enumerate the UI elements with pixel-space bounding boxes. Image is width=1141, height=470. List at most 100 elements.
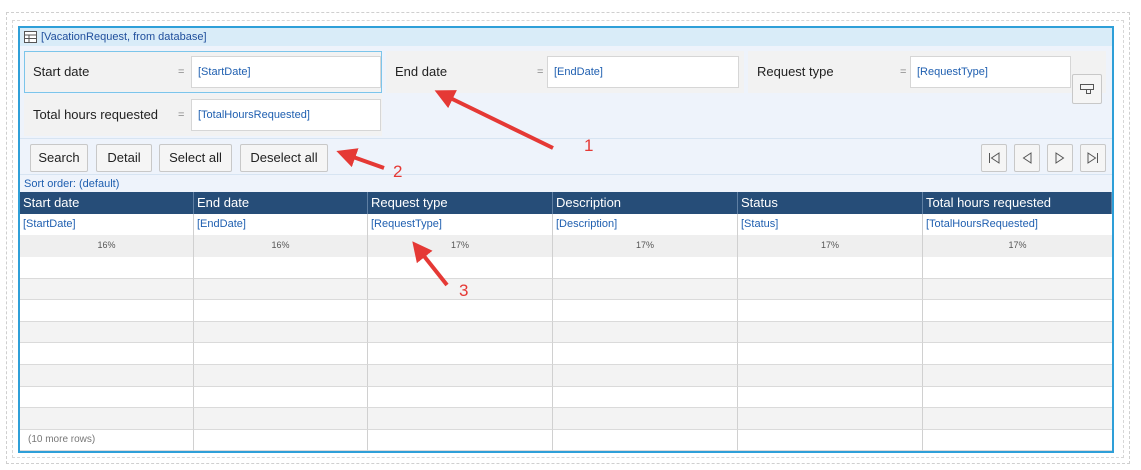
binding-cell[interactable]: [RequestType] bbox=[368, 214, 553, 235]
select-all-button[interactable]: Select all bbox=[159, 144, 232, 172]
sort-order-label[interactable]: Sort order: (default) bbox=[20, 174, 1112, 192]
table-cell bbox=[20, 365, 194, 387]
first-page-icon bbox=[989, 152, 1000, 164]
table-cell bbox=[368, 257, 553, 279]
grid-width-row: 16% 16% 17% 17% 17% 17% bbox=[20, 235, 1112, 257]
field-operator: = bbox=[178, 66, 185, 78]
field-start-date[interactable]: Start date = [StartDate] bbox=[24, 51, 382, 93]
table-cell bbox=[194, 300, 368, 322]
total-hours-input[interactable]: [TotalHoursRequested] bbox=[191, 99, 381, 131]
table-cell bbox=[553, 300, 738, 322]
table-cell bbox=[194, 321, 368, 344]
table-cell bbox=[20, 278, 194, 301]
table-cell bbox=[553, 343, 738, 365]
table-cell bbox=[738, 343, 923, 365]
panel-title-bar: [VacationRequest, from database] bbox=[20, 28, 1112, 46]
column-header-request-type[interactable]: Request type bbox=[368, 192, 553, 214]
table-row[interactable] bbox=[20, 257, 1112, 279]
binding-cell[interactable]: [EndDate] bbox=[194, 214, 368, 235]
table-cell bbox=[923, 430, 1112, 452]
annotation-label-2: 2 bbox=[393, 162, 403, 181]
table-cell bbox=[368, 429, 553, 452]
table-cell bbox=[738, 321, 923, 344]
table-cell bbox=[20, 257, 194, 279]
table-row[interactable] bbox=[20, 343, 1112, 365]
column-header-end-date[interactable]: End date bbox=[194, 192, 368, 214]
database-table-icon bbox=[24, 31, 37, 43]
table-cell bbox=[20, 386, 194, 409]
table-cell bbox=[194, 408, 368, 430]
binding-cell[interactable]: [Status] bbox=[738, 214, 923, 235]
field-total-hours[interactable]: Total hours requested = [TotalHoursReque… bbox=[24, 94, 382, 136]
table-cell bbox=[738, 365, 923, 387]
deselect-all-button[interactable]: Deselect all bbox=[240, 144, 328, 172]
field-request-type[interactable]: Request type = [RequestType] bbox=[748, 51, 1106, 93]
grid-header-row: Start date End date Request type Descrip… bbox=[20, 192, 1112, 214]
grid-binding-row: [StartDate] [EndDate] [RequestType] [Des… bbox=[20, 214, 1112, 235]
table-cell bbox=[368, 300, 553, 322]
column-header-total-hours[interactable]: Total hours requested bbox=[923, 192, 1112, 214]
table-row[interactable] bbox=[20, 365, 1112, 387]
field-label: Total hours requested bbox=[33, 107, 159, 122]
table-cell bbox=[194, 386, 368, 409]
binding-cell[interactable]: [Description] bbox=[553, 214, 738, 235]
table-row[interactable] bbox=[20, 278, 1112, 301]
table-cell bbox=[20, 408, 194, 430]
binding-cell[interactable]: [TotalHoursRequested] bbox=[923, 214, 1112, 235]
table-cell bbox=[553, 257, 738, 279]
table-cell bbox=[738, 429, 923, 452]
data-grid: Start date End date Request type Descrip… bbox=[20, 192, 1112, 453]
table-cell bbox=[738, 257, 923, 279]
field-options-button[interactable] bbox=[1072, 74, 1102, 104]
search-button[interactable]: Search bbox=[30, 144, 88, 172]
table-row[interactable]: (10 more rows) bbox=[20, 429, 1112, 452]
next-page-icon bbox=[1055, 152, 1065, 164]
annotation-label-1: 1 bbox=[584, 136, 594, 155]
binding-cell[interactable]: [StartDate] bbox=[20, 214, 194, 235]
table-cell bbox=[553, 278, 738, 301]
field-end-date[interactable]: End date = [EndDate] bbox=[386, 51, 744, 93]
table-cell bbox=[553, 429, 738, 452]
column-header-description[interactable]: Description bbox=[553, 192, 738, 214]
field-options-icon bbox=[1080, 84, 1094, 94]
column-width-label: 17% bbox=[553, 235, 738, 257]
column-width-label: 17% bbox=[738, 235, 923, 257]
table-row[interactable] bbox=[20, 321, 1112, 344]
table-row[interactable] bbox=[20, 386, 1112, 409]
field-operator: = bbox=[537, 66, 544, 78]
field-label: Request type bbox=[757, 64, 834, 79]
table-cell bbox=[194, 343, 368, 365]
table-cell bbox=[923, 321, 1112, 344]
table-cell bbox=[923, 343, 1112, 365]
column-width-label: 17% bbox=[923, 235, 1112, 257]
request-type-input[interactable]: [RequestType] bbox=[910, 56, 1071, 88]
table-row[interactable] bbox=[20, 408, 1112, 430]
table-cell bbox=[923, 278, 1112, 301]
toolbar: Search Detail Select all Deselect all bbox=[20, 138, 1112, 174]
start-date-input[interactable]: [StartDate] bbox=[191, 56, 381, 88]
field-label: Start date bbox=[33, 64, 90, 79]
first-page-button[interactable] bbox=[981, 144, 1007, 172]
table-cell bbox=[20, 300, 194, 322]
previous-page-button[interactable] bbox=[1014, 144, 1040, 172]
last-page-button[interactable] bbox=[1080, 144, 1106, 172]
table-cell bbox=[194, 278, 368, 301]
table-cell bbox=[194, 429, 368, 452]
column-header-status[interactable]: Status bbox=[738, 192, 923, 214]
table-cell bbox=[923, 257, 1112, 279]
field-operator: = bbox=[900, 66, 907, 78]
column-width-label: 17% bbox=[368, 235, 553, 257]
table-cell bbox=[368, 408, 553, 430]
table-cell bbox=[553, 321, 738, 344]
annotation-label-3: 3 bbox=[459, 281, 469, 300]
field-label: End date bbox=[395, 64, 448, 79]
next-page-button[interactable] bbox=[1047, 144, 1073, 172]
table-cell bbox=[738, 408, 923, 430]
table-row[interactable] bbox=[20, 300, 1112, 322]
column-header-start-date[interactable]: Start date bbox=[20, 192, 194, 214]
table-cell bbox=[553, 365, 738, 387]
column-width-label: 16% bbox=[20, 235, 194, 257]
end-date-input[interactable]: [EndDate] bbox=[547, 56, 739, 88]
table-cell bbox=[923, 408, 1112, 430]
detail-button[interactable]: Detail bbox=[96, 144, 152, 172]
